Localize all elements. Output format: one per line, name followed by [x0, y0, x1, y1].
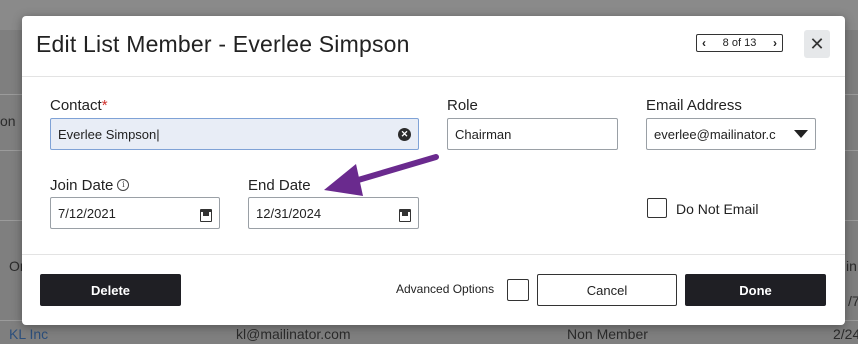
end-date-input[interactable]: 12/31/2024	[248, 197, 419, 229]
background-text: /7	[848, 293, 858, 309]
background-row-email: kl@mailinator.com	[236, 326, 351, 342]
end-date-value: 12/31/2024	[256, 205, 322, 221]
join-date-input[interactable]: 7/12/2021	[50, 197, 220, 229]
pager-text: 8 of 13	[722, 37, 757, 49]
chevron-right-icon[interactable]: ›	[773, 37, 777, 49]
background-row-date: 2/24	[833, 326, 858, 342]
role-input[interactable]: Chairman	[447, 118, 618, 150]
contact-input[interactable]: Everlee Simpson| ✕	[50, 118, 419, 150]
caret-down-icon	[794, 130, 808, 138]
background-row-type: Non Member	[567, 326, 648, 342]
close-button[interactable]: ✕	[804, 30, 830, 58]
done-button[interactable]: Done	[685, 274, 826, 306]
background-text: on	[0, 113, 16, 129]
cancel-button[interactable]: Cancel	[537, 274, 677, 306]
join-date-label: Join Date i	[50, 177, 130, 194]
contact-value-text: Everlee Simpson	[58, 126, 157, 142]
advanced-options-label: Advanced Options	[396, 282, 495, 296]
chevron-left-icon[interactable]: ‹	[702, 37, 706, 49]
clear-icon[interactable]: ✕	[398, 127, 411, 141]
join-date-value: 7/12/2021	[58, 205, 116, 221]
dialog-title: Edit List Member - Everlee Simpson	[36, 31, 410, 57]
delete-button[interactable]: Delete	[40, 274, 181, 306]
email-address-value: everlee@mailinator.c	[654, 126, 776, 142]
footer-divider	[22, 254, 845, 255]
required-mark: *	[101, 97, 108, 114]
calendar-icon[interactable]	[399, 207, 411, 222]
email-address-select[interactable]: everlee@mailinator.c	[646, 118, 816, 150]
dialog-header: Edit List Member - Everlee Simpson ‹ 8 o…	[22, 16, 845, 77]
info-icon[interactable]: i	[117, 179, 130, 191]
contact-label: Contact*	[50, 97, 108, 114]
advanced-options-checkbox[interactable]	[507, 279, 529, 301]
background-text: in	[846, 258, 857, 274]
calendar-icon[interactable]	[200, 207, 212, 222]
do-not-email-label: Do Not Email	[676, 201, 759, 217]
join-date-label-text: Join Date	[50, 177, 114, 194]
close-icon: ✕	[809, 33, 825, 54]
contact-value: Everlee Simpson|	[58, 126, 160, 142]
contact-label-text: Contact	[50, 97, 102, 114]
end-date-label: End Date	[248, 177, 311, 194]
background-row-name-link[interactable]: KL Inc	[9, 326, 48, 342]
email-address-label: Email Address	[646, 97, 742, 114]
role-value: Chairman	[455, 126, 512, 142]
do-not-email-checkbox[interactable]	[647, 198, 667, 218]
role-label: Role	[447, 97, 478, 114]
edit-list-member-dialog: Edit List Member - Everlee Simpson ‹ 8 o…	[22, 16, 845, 325]
record-pager: ‹ 8 of 13 ›	[696, 34, 783, 52]
